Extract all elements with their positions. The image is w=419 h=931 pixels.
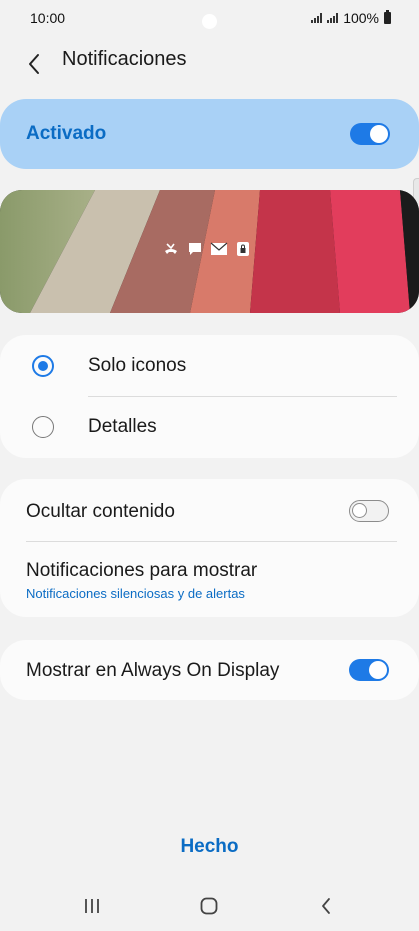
home-icon xyxy=(200,897,218,915)
status-indicators: 100% xyxy=(311,10,391,26)
recents-icon xyxy=(85,899,99,913)
master-switch-label: Activado xyxy=(26,123,107,144)
back-nav-button[interactable] xyxy=(306,892,346,920)
preview-notification-icons xyxy=(162,240,252,258)
radio-selected[interactable] xyxy=(32,355,54,377)
back-icon xyxy=(322,898,330,914)
option-solo-iconos[interactable]: Solo iconos xyxy=(0,336,419,396)
toggle-knob xyxy=(369,661,387,679)
front-camera xyxy=(202,14,217,29)
message-icon xyxy=(186,240,204,258)
signal-icon-2 xyxy=(327,13,339,23)
app-header: Notificaciones xyxy=(0,40,419,84)
aod-card[interactable]: Mostrar en Always On Display xyxy=(0,640,419,700)
missed-call-icon xyxy=(162,240,180,258)
notifications-to-show-value: Notificaciones silenciosas y de alertas xyxy=(26,586,245,601)
master-switch-row[interactable]: Activado xyxy=(0,99,419,169)
hide-content-row[interactable]: Ocultar contenido xyxy=(0,479,419,541)
navigation-bar xyxy=(0,880,419,931)
email-icon xyxy=(210,240,228,258)
home-button[interactable] xyxy=(189,892,229,920)
battery-percent: 100% xyxy=(343,10,379,26)
option-label: Solo iconos xyxy=(88,355,187,376)
notifications-to-show-row[interactable]: Notificaciones para mostrar Notificacion… xyxy=(0,542,419,617)
aod-label: Mostrar en Always On Display xyxy=(26,660,280,681)
radio-unselected[interactable] xyxy=(32,416,54,438)
hide-content-toggle[interactable] xyxy=(349,500,389,522)
status-bar: 10:00 100% xyxy=(0,0,419,36)
display-style-card: Solo iconos Detalles xyxy=(0,335,419,458)
content-settings-card: Ocultar contenido Notificaciones para mo… xyxy=(0,479,419,617)
done-button[interactable]: Hecho xyxy=(0,836,419,858)
option-label: Detalles xyxy=(88,416,157,437)
master-toggle[interactable] xyxy=(350,123,390,145)
chevron-left-icon xyxy=(29,54,39,74)
toggle-knob xyxy=(352,503,367,518)
aod-toggle[interactable] xyxy=(349,659,389,681)
recents-button[interactable] xyxy=(72,892,112,920)
option-detalles[interactable]: Detalles xyxy=(0,397,419,457)
signal-icon xyxy=(311,13,323,23)
status-time: 10:00 xyxy=(30,10,66,26)
notifications-to-show-label: Notificaciones para mostrar xyxy=(26,560,258,581)
page-title: Notificaciones xyxy=(62,48,187,70)
hide-content-label: Ocultar contenido xyxy=(26,501,175,522)
notification-preview xyxy=(0,190,419,313)
lock-icon xyxy=(234,240,252,258)
toggle-knob xyxy=(370,125,388,143)
battery-icon xyxy=(384,10,391,24)
back-button[interactable] xyxy=(18,48,50,80)
